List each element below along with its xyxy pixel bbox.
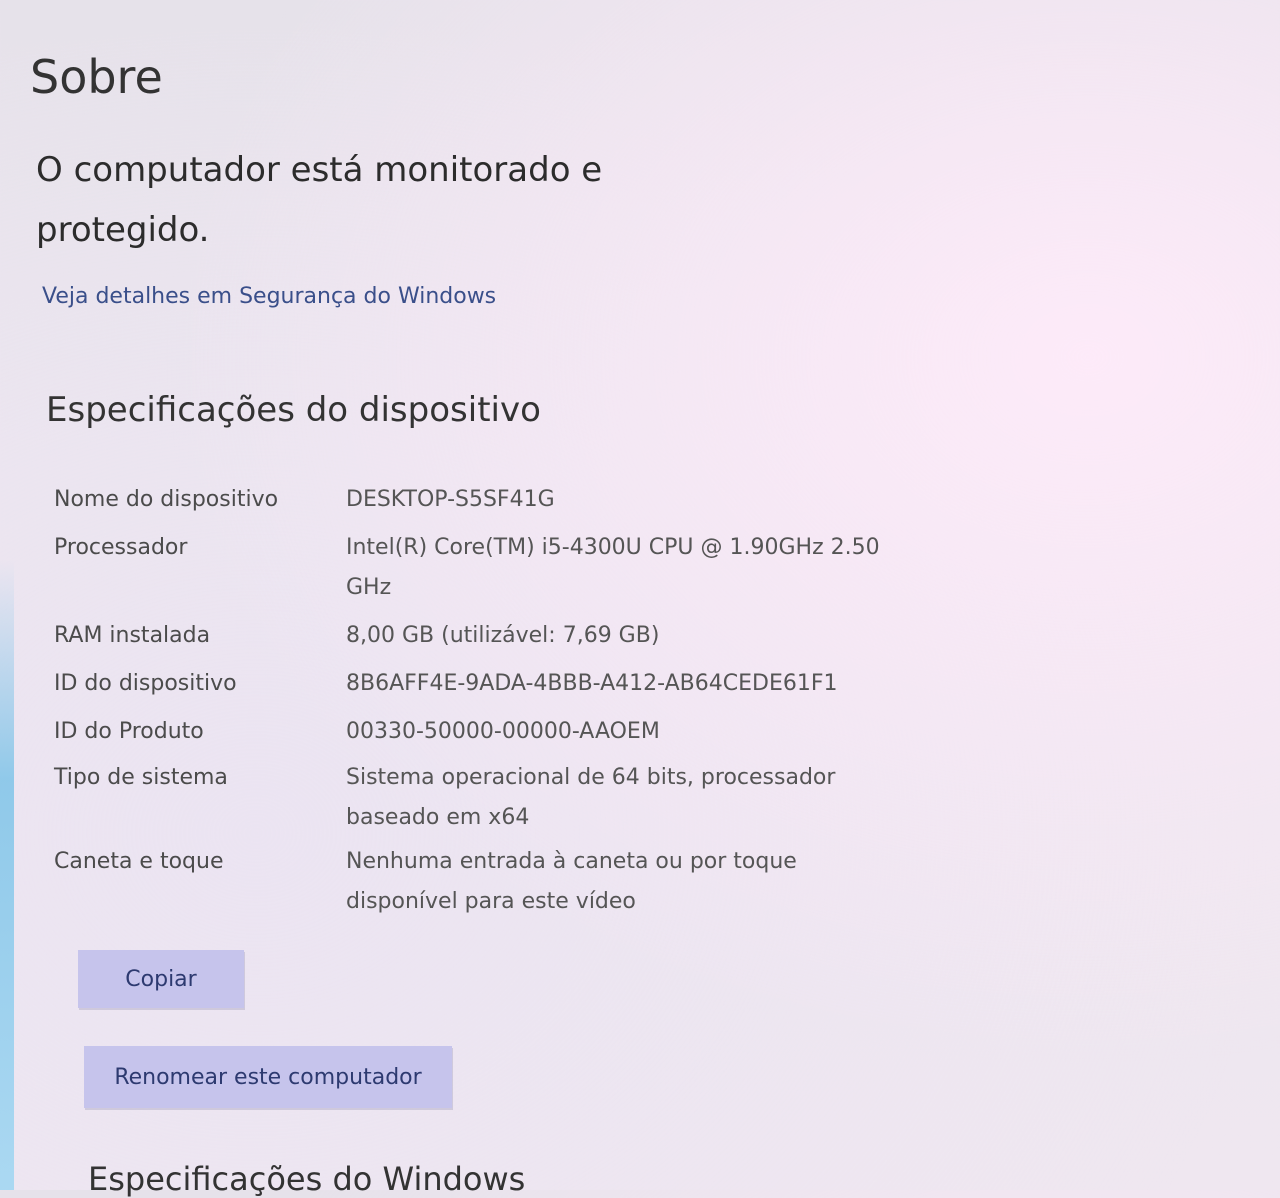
spec-value: 8,00 GB (utilizável: 7,69 GB) bbox=[346, 623, 660, 648]
windows-specs-title: Especificações do Windows bbox=[88, 1160, 526, 1198]
left-edge-glow bbox=[0, 560, 14, 1190]
device-specs-title: Especificações do dispositivo bbox=[46, 390, 541, 430]
spec-row-ram: RAM instalada 8,00 GB (utilizável: 7,69 … bbox=[54, 616, 894, 664]
spec-row-system-type: Tipo de sistema Sistema operacional de 6… bbox=[54, 758, 894, 842]
copy-button[interactable]: Copiar bbox=[78, 950, 244, 1008]
spec-label: ID do dispositivo bbox=[54, 671, 237, 696]
rename-pc-button[interactable]: Renomear este computador bbox=[84, 1046, 452, 1108]
protection-status-text: O computador está monitorado e protegido… bbox=[36, 150, 603, 250]
page-title: Sobre bbox=[30, 50, 163, 104]
spec-label: Nome do dispositivo bbox=[54, 487, 279, 512]
windows-security-link[interactable]: Veja detalhes em Segurança do Windows bbox=[42, 284, 496, 309]
spec-value: Intel(R) Core(TM) i5-4300U CPU @ 1.90GHz… bbox=[346, 535, 880, 600]
spec-value: Nenhuma entrada à caneta ou por toque di… bbox=[346, 849, 797, 914]
spec-value: 8B6AFF4E-9ADA-4BBB-A412-AB64CEDE61F1 bbox=[346, 671, 838, 696]
spec-label: ID do Produto bbox=[54, 719, 204, 744]
spec-value: 00330-50000-00000-AAOEM bbox=[346, 719, 660, 744]
spec-row-pen-touch: Caneta e toque Nenhuma entrada à caneta … bbox=[54, 842, 894, 922]
spec-label: Tipo de sistema bbox=[54, 765, 228, 790]
spec-label: Processador bbox=[54, 535, 188, 560]
spec-value: DESKTOP-S5SF41G bbox=[346, 487, 555, 512]
spec-label: Caneta e toque bbox=[54, 849, 224, 874]
spec-row-product-id: ID do Produto 00330-50000-00000-AAOEM bbox=[54, 712, 894, 758]
spec-row-device-id: ID do dispositivo 8B6AFF4E-9ADA-4BBB-A41… bbox=[54, 664, 894, 712]
device-specs-table: Nome do dispositivo DESKTOP-S5SF41G Proc… bbox=[54, 480, 894, 922]
spec-value: Sistema operacional de 64 bits, processa… bbox=[346, 765, 836, 830]
spec-row-processor: Processador Intel(R) Core(TM) i5-4300U C… bbox=[54, 528, 894, 616]
spec-row-device-name: Nome do dispositivo DESKTOP-S5SF41G bbox=[54, 480, 894, 528]
spec-label: RAM instalada bbox=[54, 623, 211, 648]
